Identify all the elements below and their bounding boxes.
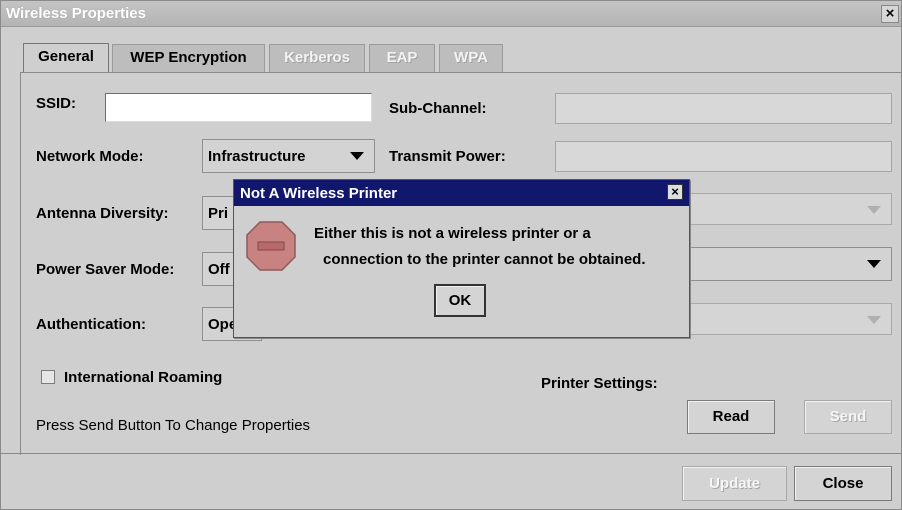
close-button[interactable]: Close (794, 466, 892, 501)
window-titlebar[interactable]: Wireless Properties × (1, 1, 901, 27)
ssid-input[interactable] (105, 93, 372, 122)
transmit-power-label: Transmit Power: (389, 148, 506, 165)
update-button[interactable]: Update (682, 466, 787, 501)
international-roaming-checkbox[interactable] (41, 370, 55, 384)
tab-eap: EAP (369, 44, 435, 72)
read-button[interactable]: Read (687, 400, 775, 434)
network-mode-label: Network Mode: (36, 148, 144, 165)
chevron-down-icon (867, 260, 881, 268)
international-roaming-label: International Roaming (64, 369, 223, 386)
dialog-titlebar[interactable]: Not A Wireless Printer × (234, 180, 689, 206)
printer-settings-label: Printer Settings: (541, 375, 658, 392)
power-saver-mode-label: Power Saver Mode: (36, 261, 175, 278)
chevron-down-icon (350, 152, 364, 160)
error-dialog: Not A Wireless Printer × Either this is … (233, 179, 690, 338)
tab-wpa: WPA (439, 44, 503, 72)
network-mode-select[interactable]: Infrastructure (202, 139, 375, 173)
sub-channel-input[interactable] (555, 93, 892, 124)
dialog-close-button[interactable]: × (667, 184, 683, 200)
antenna-diversity-dropdown-right[interactable] (689, 193, 892, 225)
tab-kerberos: Kerberos (269, 44, 365, 72)
power-saver-mode-value: Off (208, 261, 230, 278)
dialog-title: Not A Wireless Printer (240, 185, 398, 202)
authentication-label: Authentication: (36, 316, 146, 333)
sub-channel-label: Sub-Channel: (389, 100, 487, 117)
network-mode-value: Infrastructure (208, 148, 306, 165)
tab-wep-encryption[interactable]: WEP Encryption (112, 44, 265, 72)
antenna-diversity-label: Antenna Diversity: (36, 205, 169, 222)
ok-button[interactable]: OK (434, 284, 486, 317)
window-close-button[interactable]: × (881, 5, 899, 23)
antenna-diversity-value: Pri (208, 205, 229, 222)
authentication-dropdown-right[interactable] (689, 303, 892, 335)
chevron-down-icon (867, 316, 881, 324)
dialog-message-line1: Either this is not a wireless printer or… (314, 225, 591, 242)
send-button[interactable]: Send (804, 400, 892, 434)
window-title: Wireless Properties (6, 5, 146, 22)
wireless-properties-window: Wireless Properties × General WEP Encryp… (0, 0, 902, 510)
tab-general[interactable]: General (23, 43, 109, 73)
transmit-power-input[interactable] (555, 141, 892, 172)
chevron-down-icon (867, 206, 881, 214)
ssid-label: SSID: (36, 95, 77, 112)
status-hint-text: Press Send Button To Change Properties (36, 417, 311, 434)
footer-divider (1, 453, 901, 454)
dialog-message-line2: connection to the printer cannot be obta… (323, 251, 646, 268)
stop-sign-icon (246, 221, 296, 271)
power-saver-dropdown-right[interactable] (689, 247, 892, 281)
